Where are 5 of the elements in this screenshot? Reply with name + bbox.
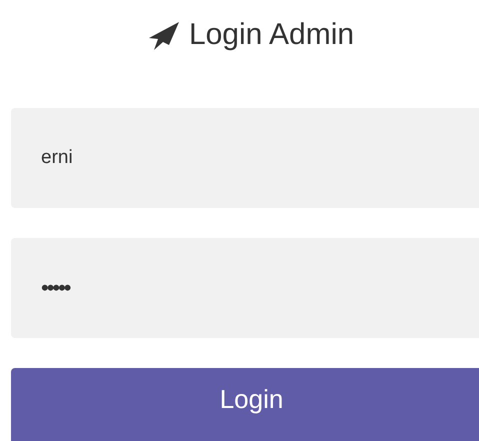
username-field[interactable]: erni <box>11 108 479 208</box>
paper-plane-icon <box>148 22 179 50</box>
login-button[interactable]: Login <box>11 368 479 441</box>
login-title: Login Admin <box>188 17 354 53</box>
password-field[interactable]: ••••• <box>11 238 479 338</box>
